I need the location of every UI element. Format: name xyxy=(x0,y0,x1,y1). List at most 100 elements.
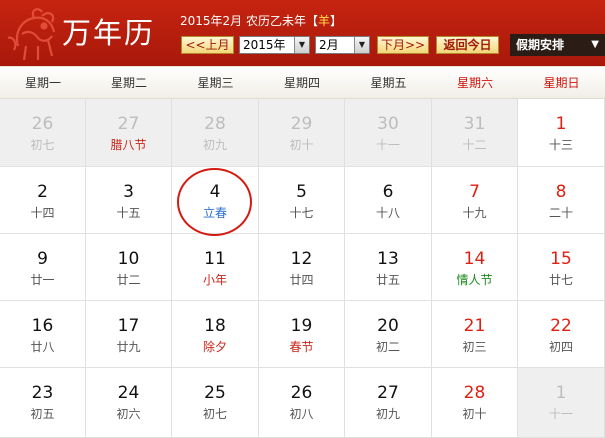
day-cell[interactable]: 21 初三 xyxy=(432,301,518,368)
lunar-date-label: 廿七 xyxy=(548,273,573,287)
day-cell[interactable]: 4 立春 xyxy=(172,167,259,234)
day-number: 25 xyxy=(204,383,226,403)
day-cell[interactable]: 10 廿二 xyxy=(86,234,172,301)
lunar-date-label: 初九 xyxy=(375,407,400,421)
day-cell[interactable]: 7 十九 xyxy=(432,167,518,234)
lunar-date-label: 廿九 xyxy=(116,340,141,354)
prev-month-button[interactable]: <<上月 xyxy=(181,36,234,54)
lunar-date-label: 初九 xyxy=(202,138,227,152)
day-cell[interactable]: 15 廿七 xyxy=(518,234,605,301)
day-cell[interactable]: 6 十八 xyxy=(345,167,432,234)
next-month-button[interactable]: 下月>> xyxy=(377,36,429,54)
lunar-date-label: 春节 xyxy=(289,340,314,354)
day-number: 7 xyxy=(469,182,480,202)
lunar-date-label: 初四 xyxy=(548,340,573,354)
day-cell[interactable]: 28 初十 xyxy=(432,368,518,438)
day-cell[interactable]: 22 初四 xyxy=(518,301,605,368)
day-cell[interactable]: 20 初二 xyxy=(345,301,432,368)
day-cell[interactable]: 9 廿一 xyxy=(0,234,86,301)
chevron-down-icon: ▼ xyxy=(354,37,369,53)
lunar-date-label: 初六 xyxy=(116,407,141,421)
day-number: 2 xyxy=(37,182,48,202)
year-select[interactable]: 2015年 ▼ xyxy=(239,36,310,54)
day-number: 26 xyxy=(31,114,54,134)
day-cell[interactable]: 1 十三 xyxy=(518,99,605,167)
day-number: 4 xyxy=(209,182,221,202)
day-number: 30 xyxy=(377,114,399,134)
day-cell[interactable]: 18 除夕 xyxy=(172,301,259,368)
weekday-label: 星期日 xyxy=(543,76,580,90)
day-cell[interactable]: 30 十一 xyxy=(345,99,432,167)
weekday-label: 星期五 xyxy=(370,76,407,90)
holiday-arrangement-dropdown[interactable]: 假期安排 ▼ xyxy=(510,34,605,56)
day-cell[interactable]: 14 情人节 xyxy=(432,234,518,301)
day-number: 9 xyxy=(37,249,48,269)
weekday-label: 星期三 xyxy=(197,76,234,90)
weekday-label: 星期二 xyxy=(110,76,147,90)
app-title: 万年历 xyxy=(62,16,156,50)
weekday-label: 星期六 xyxy=(456,76,493,90)
day-number: 16 xyxy=(31,316,54,336)
lunar-date-label: 小年 xyxy=(202,273,227,287)
day-number: 29 xyxy=(290,114,313,134)
lunar-date-label: 初十 xyxy=(289,138,314,152)
lunar-date-label: 初七 xyxy=(30,138,55,152)
day-cell[interactable]: 28 初九 xyxy=(172,99,259,167)
lunar-date-label: 二十 xyxy=(548,206,573,220)
lunar-date-label: 十一 xyxy=(548,407,573,421)
day-cell[interactable]: 19 春节 xyxy=(259,301,345,368)
day-number: 10 xyxy=(117,249,140,269)
lunar-date-label: 廿一 xyxy=(30,273,55,287)
day-cell[interactable]: 25 初七 xyxy=(172,368,259,438)
day-cell[interactable]: 24 初六 xyxy=(86,368,172,438)
day-number: 28 xyxy=(204,114,226,134)
day-number: 5 xyxy=(296,182,307,202)
lunar-date-label: 除夕 xyxy=(202,340,227,354)
month-select[interactable]: 2月 ▼ xyxy=(315,36,370,54)
weekday-label: 星期一 xyxy=(24,76,61,90)
day-cell[interactable]: 26 初八 xyxy=(259,368,345,438)
chevron-down-icon: ▼ xyxy=(294,37,309,53)
day-cell[interactable]: 2 十四 xyxy=(0,167,86,234)
back-today-button[interactable]: 返回今日 xyxy=(436,36,499,54)
lunar-date-label: 十七 xyxy=(289,206,314,220)
calendar-grid: 26 初七 27 腊八节 28 初九 29 初十 30 十一 31 十二 1 十三 2 十四 3 十五 4 立春 5 十七… xyxy=(0,99,605,438)
day-number: 21 xyxy=(463,316,486,336)
year-select-value: 2015年 xyxy=(243,38,286,52)
weekday-header: 星期一 星期二 星期三 星期四 星期五 星期六 星期日 xyxy=(0,66,605,99)
lunar-date-label: 十四 xyxy=(30,206,55,220)
zodiac-label: 羊 xyxy=(318,14,331,28)
day-number: 1 xyxy=(555,383,567,403)
day-cell[interactable]: 17 廿九 xyxy=(86,301,172,368)
day-cell[interactable]: 23 初五 xyxy=(0,368,86,438)
day-number: 28 xyxy=(463,383,486,403)
day-cell[interactable]: 29 初十 xyxy=(259,99,345,167)
holiday-arrangement-label: 假期安排 xyxy=(516,38,565,52)
calendar-header: 万年历 2015年2月 农历乙未年【羊】 <<上月 2015年 ▼ 2月 ▼ 下… xyxy=(0,0,605,66)
lunar-date-label: 初十 xyxy=(462,407,487,421)
lunar-date-label: 立春 xyxy=(202,206,227,220)
chevron-down-icon: ▼ xyxy=(591,39,599,50)
lunar-date-label: 情人节 xyxy=(456,273,493,287)
day-cell[interactable]: 31 十二 xyxy=(432,99,518,167)
day-cell[interactable]: 12 廿四 xyxy=(259,234,345,301)
day-number: 18 xyxy=(204,316,226,336)
day-cell[interactable]: 27 腊八节 xyxy=(86,99,172,167)
day-cell[interactable]: 27 初九 xyxy=(345,368,432,438)
month-select-value: 2月 xyxy=(319,38,339,52)
day-cell[interactable]: 13 廿五 xyxy=(345,234,432,301)
day-number: 27 xyxy=(117,114,140,134)
lunar-date-label: 十九 xyxy=(462,206,487,220)
day-cell[interactable]: 3 十五 xyxy=(86,167,172,234)
day-cell[interactable]: 8 二十 xyxy=(518,167,605,234)
day-number: 22 xyxy=(550,316,572,336)
lunar-date-label: 十五 xyxy=(116,206,141,220)
day-cell[interactable]: 11 小年 xyxy=(172,234,259,301)
day-cell[interactable]: 16 廿八 xyxy=(0,301,86,368)
day-cell[interactable]: 1 十一 xyxy=(518,368,605,438)
day-number: 13 xyxy=(377,249,399,269)
day-cell[interactable]: 5 十七 xyxy=(259,167,345,234)
lunar-info-prefix: 2015年2月 农历乙未年【 xyxy=(180,14,318,28)
day-cell[interactable]: 26 初七 xyxy=(0,99,86,167)
day-number: 8 xyxy=(555,182,567,202)
